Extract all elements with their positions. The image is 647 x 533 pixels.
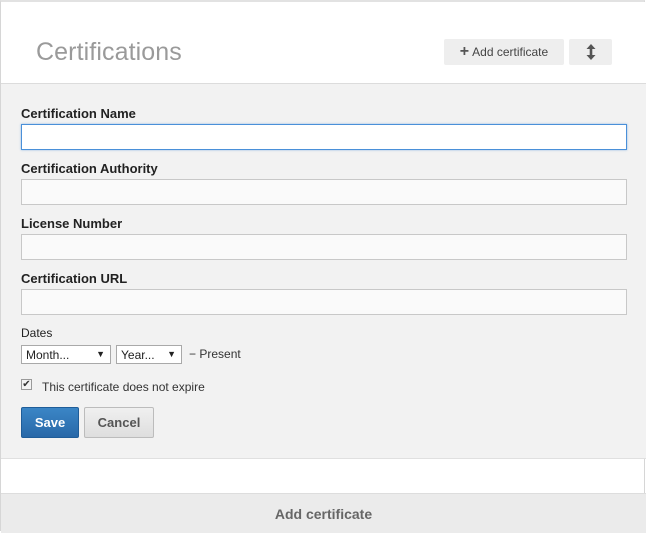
certification-authority-label: Certification Authority <box>21 161 158 176</box>
month-select[interactable]: Month... ▼ <box>21 345 111 364</box>
save-button[interactable]: Save <box>21 407 79 438</box>
add-certificate-footer-button[interactable]: Add certificate <box>1 493 646 533</box>
no-expire-checkbox[interactable]: ✔ <box>21 379 32 390</box>
dropdown-arrow-icon: ▼ <box>167 349 176 359</box>
license-number-label: License Number <box>21 216 123 231</box>
plus-icon: + <box>459 43 470 60</box>
add-certificate-button[interactable]: + Add certificate <box>444 39 564 65</box>
dates-label: Dates <box>21 326 53 340</box>
certification-name-input[interactable] <box>21 124 627 150</box>
certification-authority-input[interactable] <box>21 179 627 205</box>
year-select[interactable]: Year... ▼ <box>116 345 182 364</box>
reorder-button[interactable] <box>569 39 612 65</box>
year-select-value: Year... <box>121 347 155 362</box>
certification-url-label: Certification URL <box>21 271 128 286</box>
month-select-value: Month... <box>26 347 70 362</box>
license-number-input[interactable] <box>21 234 627 260</box>
certification-name-label: Certification Name <box>21 106 136 121</box>
page-title: Certifications <box>36 38 182 66</box>
dropdown-arrow-icon: ▼ <box>96 349 105 359</box>
certification-form: Certification Name Certification Authori… <box>1 84 646 459</box>
certification-url-input[interactable] <box>21 289 627 315</box>
up-down-arrow-icon <box>586 44 595 60</box>
add-certificate-label: Add certificate <box>472 45 549 59</box>
present-text: − Present <box>189 347 241 361</box>
certifications-panel: Certifications + Add certificate Certifi… <box>0 0 646 533</box>
section-header: Certifications + Add certificate <box>1 2 646 84</box>
cancel-button[interactable]: Cancel <box>84 407 154 438</box>
checkmark-icon: ✔ <box>22 378 31 390</box>
no-expire-label: This certificate does not expire <box>42 380 205 394</box>
